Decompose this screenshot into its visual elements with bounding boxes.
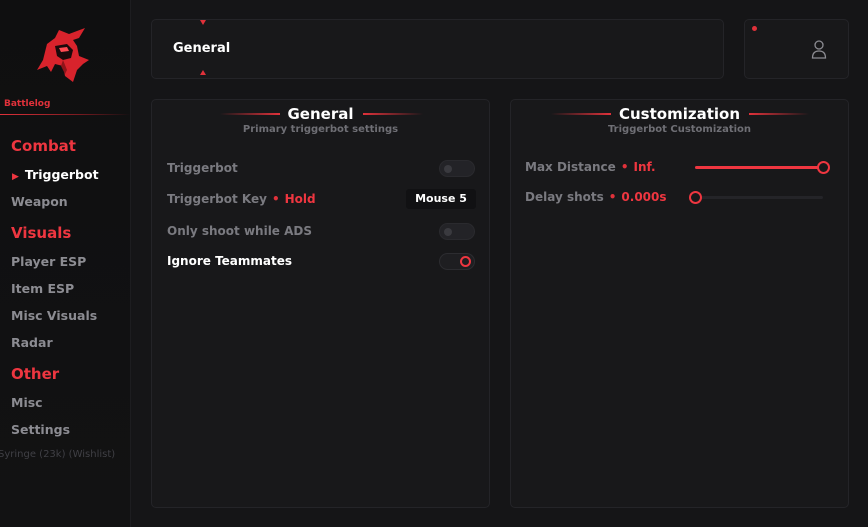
slider-fill — [695, 166, 823, 169]
panel-subtitle: Primary triggerbot settings — [242, 124, 399, 135]
bullet-dot: • — [620, 160, 629, 174]
sidebar-item-radar[interactable]: Radar — [11, 335, 53, 350]
delay-shots-row: Delay shots • 0.000s — [525, 190, 667, 204]
brand-divider — [0, 114, 131, 115]
spartan-helmet-logo — [37, 28, 89, 82]
max-distance-label: Max Distance — [525, 160, 616, 174]
header-tab-selector[interactable]: General — [151, 19, 724, 79]
sidebar-item-misc-visuals[interactable]: Misc Visuals — [11, 308, 97, 323]
panel-title: General — [287, 105, 354, 123]
delay-shots-label: Delay shots — [525, 190, 604, 204]
user-profile-box[interactable] — [744, 19, 849, 79]
nav-section-visuals: Visuals — [11, 224, 72, 242]
nav-section-other: Other — [11, 365, 60, 383]
notification-dot — [752, 26, 757, 31]
toggle-knob — [444, 165, 452, 173]
toggle-knob — [460, 256, 471, 267]
delay-shots-value: 0.000s — [621, 190, 667, 204]
ads-toggle[interactable] — [439, 223, 475, 240]
panel-subtitle: Triggerbot Customization — [607, 124, 752, 135]
keybind-button[interactable]: Mouse 5 — [406, 189, 476, 209]
general-panel: General Primary triggerbot settings Trig… — [151, 99, 490, 508]
bullet-dot: • — [608, 190, 617, 204]
page-title: General — [173, 41, 231, 56]
slider-knob[interactable] — [817, 161, 830, 174]
scroll-up-arrow-icon[interactable] — [200, 20, 206, 25]
customization-panel: Customization Triggerbot Customization M… — [510, 99, 849, 508]
max-distance-slider[interactable] — [695, 161, 830, 174]
sidebar-item-misc[interactable]: Misc — [11, 395, 43, 410]
sidebar-item-settings[interactable]: Settings — [11, 422, 70, 437]
scroll-down-arrow-icon[interactable] — [200, 70, 206, 75]
sidebar-item-item-esp[interactable]: Item ESP — [11, 281, 74, 296]
toggle-knob — [444, 228, 452, 236]
triggerbot-key-label: Triggerbot Key — [167, 192, 267, 206]
ads-label: Only shoot while ADS — [167, 224, 313, 238]
panel-title: Customization — [618, 105, 740, 123]
slider-knob[interactable] — [689, 191, 702, 204]
ignore-teammates-label: Ignore Teammates — [167, 254, 293, 268]
nav-section-combat: Combat — [11, 137, 76, 155]
footer-note: Syringe (23k) (Wishlist) — [0, 449, 116, 460]
sidebar-item-triggerbot[interactable]: ▶ Triggerbot — [12, 167, 99, 182]
sidebar-item-weapon[interactable]: Weapon — [11, 194, 68, 209]
triggerbot-label: Triggerbot — [167, 161, 238, 175]
brand-name: Battlelog — [4, 99, 51, 109]
sidebar-item-player-esp[interactable]: Player ESP — [11, 254, 86, 269]
active-arrow-icon: ▶ — [12, 172, 19, 182]
sidebar-item-label: Triggerbot — [24, 167, 99, 182]
triggerbot-toggle[interactable] — [439, 160, 475, 177]
ignore-teammates-toggle[interactable] — [439, 253, 475, 270]
triggerbot-key-row: Triggerbot Key • Hold — [167, 192, 316, 206]
delay-shots-slider[interactable] — [689, 191, 823, 204]
bullet-dot: • — [271, 192, 280, 206]
sidebar: Battlelog Combat ▶ Triggerbot Weapon Visu… — [0, 0, 131, 527]
key-mode-value[interactable]: Hold — [285, 192, 316, 206]
user-icon[interactable] — [811, 39, 827, 59]
max-distance-row: Max Distance • Inf. — [525, 160, 656, 174]
max-distance-value: Inf. — [633, 160, 656, 174]
